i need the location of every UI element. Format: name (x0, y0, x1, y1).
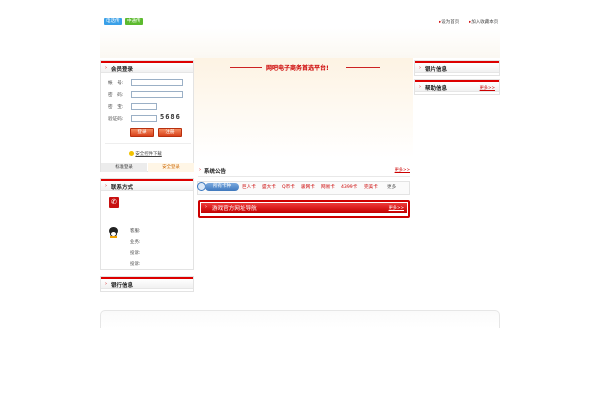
captcha-input[interactable] (131, 115, 157, 122)
card-info-panel: › 银片信息 (414, 60, 500, 76)
category-giant[interactable]: 巨人卡 (242, 184, 256, 190)
login-panel: › 会员登录 帐 号: 密 码: 密 宝: 验证码: 5686 登录 注册 安全… (100, 60, 194, 172)
register-button[interactable]: 注册 (158, 128, 182, 137)
token-input[interactable] (131, 103, 157, 110)
badge-phone[interactable]: 电话传 (104, 18, 122, 25)
captcha-label: 验证码: (108, 117, 124, 122)
bookmark-label: 加入收藏本页 (471, 20, 499, 25)
login-button[interactable]: 登录 (130, 128, 154, 137)
tab-secure-login[interactable]: 安全登录 (148, 163, 194, 172)
bank-title: 银行信息 (111, 283, 134, 289)
category-perfect[interactable]: 完美卡 (364, 184, 378, 190)
banner-line-right (346, 67, 380, 68)
help-info-header: › 帮助信息 更多>> (415, 80, 499, 92)
caret-right-icon: › (105, 65, 107, 71)
badge-zhongtong[interactable]: 中通传 (125, 18, 143, 25)
divider (105, 143, 191, 144)
set-homepage-label: 设为首页 (441, 20, 460, 25)
system-notice-title: 系统公告 (204, 169, 227, 175)
system-notice-header: › 系统公告 更多>> (198, 165, 410, 177)
category-more[interactable]: 更多 (387, 184, 396, 190)
bank-panel: › 银行信息 (100, 276, 194, 292)
account-label: 帐 号: (108, 81, 124, 86)
contact-title: 联系方式 (111, 185, 134, 191)
banner: 网吧电子商务首选平台! (194, 58, 413, 158)
help-more-link[interactable]: 更多>> (480, 85, 495, 91)
login-panel-header: › 会员登录 (101, 61, 193, 73)
qq-icon (108, 227, 119, 239)
contact-complaint2-label: 投诉: (130, 262, 141, 267)
category-qcoin[interactable]: Q币卡 (282, 184, 295, 190)
contact-service-label: 客服: (130, 229, 141, 234)
category-junnet[interactable]: 骏网卡 (301, 184, 315, 190)
help-info-title: 帮助信息 (425, 86, 448, 92)
captcha-image[interactable]: 5686 (160, 113, 181, 121)
download-control-link[interactable]: 安全控件下载 (129, 151, 162, 157)
caret-right-icon: › (205, 204, 207, 210)
contact-business-label: 业务: (130, 240, 141, 245)
help-info-panel: › 帮助信息 更多>> (414, 79, 500, 95)
download-label: 安全控件下载 (135, 152, 162, 157)
system-notice-more-link[interactable]: 更多>> (395, 167, 410, 173)
password-input[interactable] (131, 91, 183, 98)
card-info-header: › 银片信息 (415, 61, 499, 73)
category-4399[interactable]: 4399卡 (341, 184, 357, 190)
footer-box (100, 310, 500, 328)
password-label: 密 码: (108, 93, 124, 98)
game-nav-bar: › 游戏官方网址导航 更多>> (201, 203, 407, 213)
category-netease[interactable]: 网易卡 (321, 184, 335, 190)
bank-panel-header: › 银行信息 (101, 277, 193, 289)
phone-icon: ✆ (109, 197, 119, 208)
game-nav-more-link[interactable]: 更多>> (389, 205, 404, 211)
category-shanda[interactable]: 盛大卡 (262, 184, 276, 190)
token-label: 密 宝: (108, 105, 124, 110)
game-nav-title: 游戏官方网址导航 (212, 206, 257, 212)
header-band (100, 28, 500, 58)
caret-right-icon: › (419, 84, 421, 90)
banner-slogan: 网吧电子商务首选平台! (266, 65, 329, 72)
tab-standard-login[interactable]: 标准登录 (101, 163, 147, 172)
all-card-types-button[interactable]: 所有卡种 (205, 183, 239, 191)
account-input[interactable] (131, 79, 183, 86)
set-homepage-link[interactable]: ▸设为首页 (439, 19, 459, 25)
banner-line-left (230, 67, 262, 68)
contact-complaint-label: 投诉: (130, 251, 141, 256)
caret-right-icon: › (419, 65, 421, 71)
caret-right-icon: › (105, 281, 107, 287)
contact-panel-header: › 联系方式 (101, 179, 193, 191)
login-title: 会员登录 (111, 67, 134, 73)
bookmark-link[interactable]: ▸加入收藏本页 (469, 19, 498, 25)
lock-icon (129, 151, 134, 156)
card-info-title: 银片信息 (425, 67, 448, 73)
caret-right-icon: › (105, 183, 107, 189)
caret-right-icon: › (199, 167, 201, 173)
game-nav-box: › 游戏官方网址导航 更多>> (198, 200, 410, 218)
contact-panel: › 联系方式 ✆ 客服: 业务: 投诉: 投诉: (100, 178, 194, 270)
